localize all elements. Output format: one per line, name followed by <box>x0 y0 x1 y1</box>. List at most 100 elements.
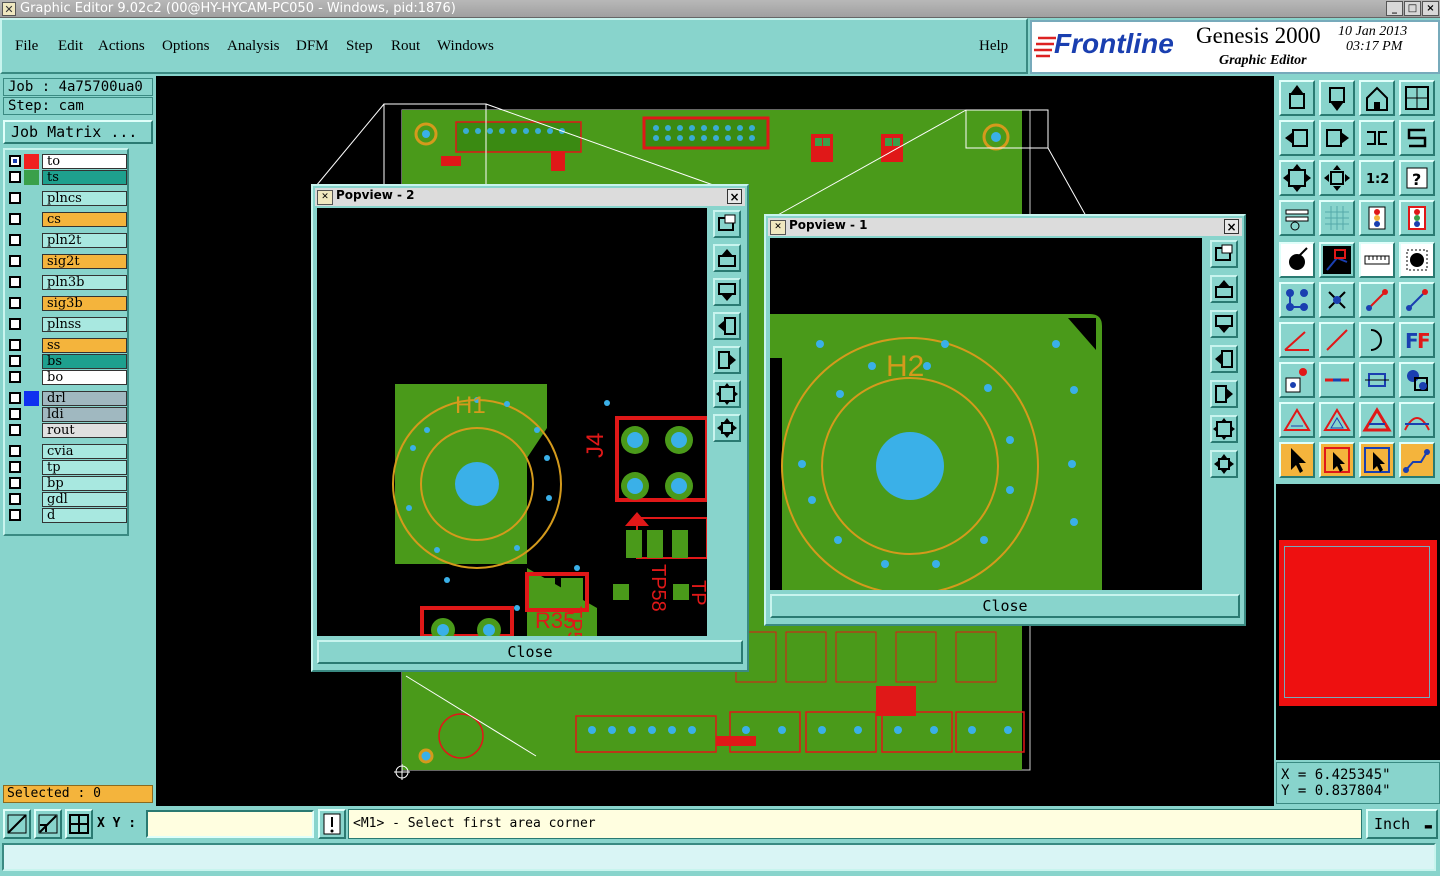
layer-checkbox[interactable] <box>9 392 21 404</box>
layer-row-bp[interactable]: bp <box>9 476 127 491</box>
line-cut-icon[interactable] <box>1319 362 1355 398</box>
triangle-arc-icon[interactable] <box>1399 402 1435 438</box>
layer-checkbox[interactable] <box>9 477 21 489</box>
zoom-fit-icon[interactable] <box>713 380 741 408</box>
layer-row-gdl[interactable]: gdl <box>9 492 127 507</box>
popview-window-icon[interactable] <box>1210 240 1238 268</box>
popview-2-canvas[interactable]: H1 J4 R35 TP59 TP58 TP <box>317 208 707 636</box>
pad-move-icon[interactable] <box>1279 362 1315 398</box>
layer-row-drl[interactable]: drl <box>9 391 127 406</box>
pan-left-icon[interactable] <box>713 312 741 340</box>
layer-checkbox[interactable] <box>9 371 21 383</box>
menu-options[interactable]: Options <box>162 38 210 55</box>
ruler-icon[interactable] <box>1359 242 1395 278</box>
menu-step[interactable]: Step <box>346 38 373 55</box>
route-path-icon[interactable] <box>1399 442 1435 478</box>
overview-panel[interactable] <box>1276 484 1440 760</box>
layer-checkbox[interactable] <box>9 213 21 225</box>
pan-left-icon[interactable] <box>1210 345 1238 373</box>
split-f-icon[interactable]: FF <box>1399 322 1435 358</box>
pan-down-icon[interactable] <box>1210 310 1238 338</box>
layer-up-icon[interactable] <box>1279 80 1315 116</box>
group-icon[interactable] <box>1399 362 1435 398</box>
layer-row-pln2t[interactable]: pln2t <box>9 233 127 248</box>
layer-row-plncs[interactable]: plncs <box>9 191 127 206</box>
slope-line-icon[interactable] <box>1319 322 1355 358</box>
popview-2-close-icon[interactable]: × <box>727 189 742 204</box>
layer-checkbox[interactable] <box>9 171 21 183</box>
triangle-outline-icon[interactable] <box>1319 402 1355 438</box>
layer-checkbox[interactable] <box>9 424 21 436</box>
snap-mode-icon[interactable] <box>3 809 31 839</box>
scale-1-2-icon[interactable]: 1:2 <box>1359 160 1395 196</box>
help-icon[interactable]: ? <box>1399 160 1435 196</box>
popview-2-close-button[interactable]: Close <box>317 640 743 664</box>
menu-windows[interactable]: Windows <box>437 38 494 55</box>
pan-up-icon[interactable] <box>1210 275 1238 303</box>
grid-view-icon[interactable] <box>1319 200 1355 236</box>
layer-row-plnss[interactable]: plnss <box>9 317 127 332</box>
grid-mode-icon[interactable] <box>65 809 93 839</box>
layer-checkbox[interactable] <box>9 318 21 330</box>
pad-select-icon[interactable] <box>1399 242 1435 278</box>
layer-row-bs[interactable]: bs <box>9 354 127 369</box>
dimension-icon[interactable] <box>1359 362 1395 398</box>
layer-row-ss[interactable]: ss <box>9 338 127 353</box>
menu-dfm[interactable]: DFM <box>296 38 329 55</box>
arc-icon[interactable] <box>1359 322 1395 358</box>
triangle-icon[interactable] <box>1279 402 1315 438</box>
layer-checkbox[interactable] <box>9 339 21 351</box>
exclamation-icon[interactable] <box>318 809 346 839</box>
edit-shape-icon[interactable] <box>1319 242 1355 278</box>
maximize-button[interactable]: □ <box>1404 1 1421 16</box>
pan-down-icon[interactable] <box>713 278 741 306</box>
pointer-icon[interactable] <box>1279 442 1315 478</box>
properties-icon[interactable] <box>1279 200 1315 236</box>
mirror-icon[interactable] <box>1359 120 1395 156</box>
zoom-fit-icon[interactable] <box>1210 415 1238 443</box>
menu-analysis[interactable]: Analysis <box>227 38 280 55</box>
layer-row-ldi[interactable]: ldi <box>9 407 127 422</box>
layer-row-pln3b[interactable]: pln3b <box>9 275 127 290</box>
zoom-home-icon[interactable] <box>1210 450 1238 478</box>
cross-node-icon[interactable] <box>1319 282 1355 318</box>
connect-nodes-icon[interactable] <box>1279 282 1315 318</box>
menu-help[interactable]: Help <box>979 38 1008 55</box>
job-matrix-button[interactable]: Job Matrix ... <box>3 120 153 144</box>
layer-row-cs[interactable]: cs <box>9 212 127 227</box>
pan-right-icon[interactable] <box>1210 380 1238 408</box>
triangle-bold-icon[interactable] <box>1359 402 1395 438</box>
angle-icon[interactable] <box>1279 322 1315 358</box>
layer-checkbox[interactable] <box>9 509 21 521</box>
layer-row-ts[interactable]: ts <box>9 170 127 185</box>
layer-row-to[interactable]: to <box>9 154 127 169</box>
popview-1-close-button[interactable]: Close <box>770 594 1240 618</box>
popview-window-icon[interactable] <box>713 210 741 238</box>
layer-checkbox[interactable] <box>9 408 21 420</box>
layer-checkbox[interactable] <box>9 297 21 309</box>
layer-down-icon[interactable] <box>1319 80 1355 116</box>
units-dropdown[interactable]: Inch ▬ <box>1366 809 1438 839</box>
layer-row-cvia[interactable]: cvia <box>9 444 127 459</box>
select-net-icon[interactable] <box>1359 442 1395 478</box>
zoom-fit-icon[interactable] <box>1279 160 1315 196</box>
split-view-icon[interactable] <box>1399 80 1435 116</box>
layer-checkbox[interactable] <box>9 355 21 367</box>
move-right-icon[interactable] <box>1319 120 1355 156</box>
home-icon[interactable] <box>1359 80 1395 116</box>
select-area-icon[interactable] <box>1319 442 1355 478</box>
graphics-canvas[interactable]: ✕ Popview - 2 × H1 J4 R35 TP59 TP58 TP C… <box>156 76 1274 806</box>
layer-row-d[interactable]: d <box>9 508 127 523</box>
menu-file[interactable]: File <box>15 38 38 55</box>
layer-row-tp[interactable]: tp <box>9 460 127 475</box>
popview-1-canvas[interactable]: H2 <box>770 238 1202 590</box>
layer-checkbox[interactable] <box>9 155 21 167</box>
layer-checkbox[interactable] <box>9 276 21 288</box>
pan-up-icon[interactable] <box>713 244 741 272</box>
layer-row-bo[interactable]: bo <box>9 370 127 385</box>
menu-rout[interactable]: Rout <box>391 38 420 55</box>
add-feature-icon[interactable] <box>1279 242 1315 278</box>
zoom-home-icon[interactable] <box>1319 160 1355 196</box>
layer-colors-icon[interactable] <box>1359 200 1395 236</box>
layer-checkbox[interactable] <box>9 445 21 457</box>
